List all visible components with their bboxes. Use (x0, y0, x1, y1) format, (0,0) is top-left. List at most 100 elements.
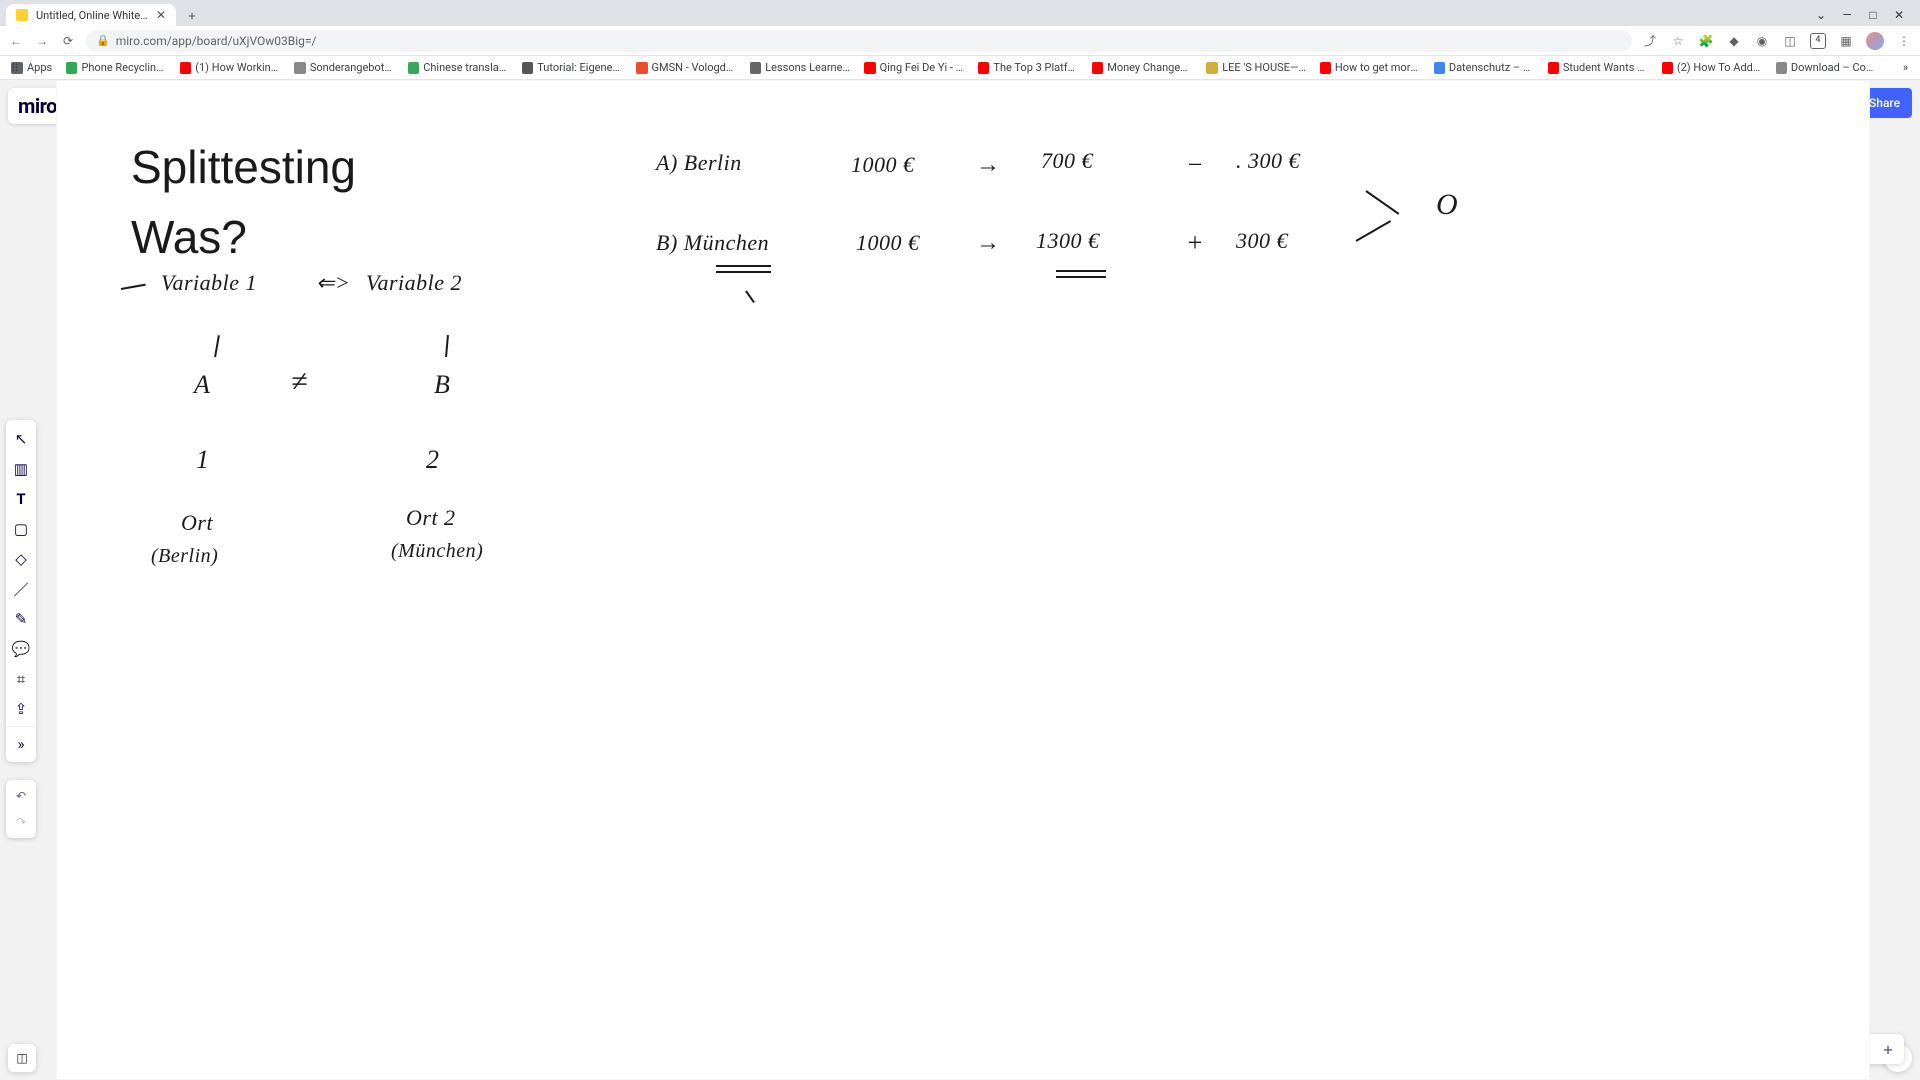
reload-button[interactable]: ⟳ (60, 33, 76, 49)
heading-splittesting[interactable]: Splittesting (131, 140, 356, 194)
extension-icon-2[interactable]: ◆ (1726, 33, 1742, 49)
more-tools-icon[interactable]: » (6, 726, 36, 758)
extension-icon-5[interactable]: ▦ (1838, 33, 1854, 49)
arrow-icon: → (976, 230, 1001, 257)
tick-mark (445, 335, 449, 357)
undo-icon[interactable]: ↶ (6, 783, 36, 809)
sticky-tool-icon[interactable]: ▢ (6, 514, 36, 544)
miro-app: miro free* Untitled ☆ ⚙ 🔔 ⤴ 🔍 ↻ › ⏱ ▭ 💬 … (0, 80, 1920, 1080)
handwriting: 1000 € (851, 152, 915, 178)
apps-button[interactable]: ⠿Apps (6, 61, 57, 74)
upload-tool-icon[interactable]: ⇪ (6, 694, 36, 724)
handwriting: Ort 2 (406, 505, 456, 531)
bookmark-item[interactable]: How to get more v… (1315, 61, 1425, 74)
bookmark-item[interactable]: Sonderangebot |… (289, 61, 399, 74)
bookmark-item[interactable]: Lessons Learned f… (745, 61, 855, 74)
extension-icon[interactable]: 🧩 (1698, 33, 1714, 49)
bookmark-item[interactable]: Money Changes E… (1087, 61, 1197, 74)
handwriting: A) Berlin (656, 150, 742, 176)
close-tab-icon[interactable]: ✕ (156, 9, 166, 21)
handwriting: O (1436, 188, 1458, 222)
handwriting: Variable 1 (161, 270, 257, 296)
address-bar-row: ← → ⟳ 🔒 miro.com/app/board/uXjVOw03Big=/… (0, 26, 1920, 56)
close-window-icon[interactable]: ✕ (1892, 8, 1906, 22)
bookmark-overflow-icon[interactable]: » (1897, 61, 1914, 74)
redo-icon[interactable]: ↷ (6, 809, 36, 835)
bookmark-item[interactable]: LEE 'S HOUSE—… (1201, 61, 1311, 74)
whiteboard-canvas[interactable]: Splittesting Was? Variable 1 ⇐> Variable… (56, 80, 1870, 1080)
templates-tool-icon[interactable]: ▥ (6, 454, 36, 484)
zoom-in-button[interactable]: + (1874, 1040, 1902, 1059)
dash-mark (121, 284, 146, 290)
handwriting: . 300 € (1236, 148, 1300, 174)
bookmark-item[interactable]: Datenschutz – Re… (1429, 61, 1539, 74)
underline (716, 265, 771, 267)
select-tool-icon[interactable]: ↖ (6, 424, 36, 454)
handwriting: (München) (391, 540, 483, 563)
bookmark-item[interactable]: Download – Cooki… (1771, 61, 1881, 74)
omnibox[interactable]: 🔒 miro.com/app/board/uXjVOw03Big=/ (86, 30, 1632, 52)
browser-tab[interactable]: Untitled, Online Whiteboard fo ✕ (6, 4, 176, 26)
handwriting: 700 € (1041, 148, 1093, 174)
bookmark-item[interactable]: (2) How To Add A… (1657, 61, 1767, 74)
handwriting: ⇐> (316, 270, 350, 296)
pen-tool-icon[interactable]: ✎ (6, 604, 36, 634)
minimap-button[interactable]: ◫ (8, 1044, 36, 1072)
undo-redo-toolbar: ↶ ↷ (6, 780, 36, 838)
handwriting: (Berlin) (151, 545, 218, 568)
favicon-icon (16, 9, 28, 21)
bookmark-item[interactable]: Phone Recycling,… (61, 61, 171, 74)
back-button[interactable]: ← (8, 33, 24, 49)
brace-stroke (1356, 220, 1392, 242)
tab-title: Untitled, Online Whiteboard fo (36, 9, 148, 22)
bookmark-item[interactable]: Student Wants an… (1543, 61, 1653, 74)
new-tab-button[interactable]: + (182, 6, 202, 26)
underline (1056, 276, 1106, 278)
handwriting: Ort (181, 510, 213, 536)
handwriting: Variable 2 (366, 270, 462, 296)
handwriting: 1300 € (1036, 228, 1100, 254)
window-controls: ⌄ — □ ✕ (1814, 8, 1914, 26)
profile-avatar[interactable] (1866, 32, 1884, 50)
handwriting: 1 (196, 445, 210, 475)
heading-was[interactable]: Was? (131, 210, 247, 264)
bookmark-item[interactable]: GMSN - Vologda,… (631, 61, 741, 74)
handwriting: A (194, 370, 210, 400)
url-text: miro.com/app/board/uXjVOw03Big=/ (116, 34, 317, 48)
handwriting: + (1186, 228, 1204, 258)
chevron-down-icon[interactable]: ⌄ (1814, 8, 1828, 22)
handwriting: − (1186, 150, 1204, 180)
lock-icon: 🔒 (96, 34, 110, 47)
extension-icon-3[interactable]: ◉ (1754, 33, 1770, 49)
comment-tool-icon[interactable]: 💬 (6, 634, 36, 664)
text-tool-icon[interactable]: T (6, 484, 36, 514)
frame-tool-icon[interactable]: ⌗ (6, 664, 36, 694)
bookmark-item[interactable]: Qing Fei De Yi - Y… (859, 61, 969, 74)
maximize-icon[interactable]: □ (1866, 8, 1880, 22)
share-url-icon[interactable]: ⤴ (1642, 33, 1658, 49)
line-tool-icon[interactable]: ／ (6, 574, 36, 604)
handwriting: ≠ (291, 365, 308, 399)
handwriting: 1000 € (856, 230, 920, 256)
bookmark-item[interactable]: Tutorial: Eigene Fa… (517, 61, 627, 74)
forward-button[interactable]: → (34, 33, 50, 49)
left-toolbar: ↖ ▥ T ▢ ◇ ／ ✎ 💬 ⌗ ⇪ » (6, 420, 36, 762)
handwriting: 2 (426, 445, 440, 475)
minimize-icon[interactable]: — (1840, 8, 1854, 22)
bookmark-item[interactable]: Chinese translatio… (403, 61, 513, 74)
extension-icon-4[interactable]: ◫ (1782, 33, 1798, 49)
star-icon[interactable]: ☆ (1670, 33, 1686, 49)
shape-tool-icon[interactable]: ◇ (6, 544, 36, 574)
bookmark-item[interactable]: (1) How Working a… (175, 61, 285, 74)
tab-count-badge[interactable]: 4 (1810, 33, 1826, 49)
tick-mark (745, 290, 755, 303)
arrow-icon: → (976, 152, 1001, 179)
bookmarks-bar: ⠿Apps Phone Recycling,… (1) How Working … (0, 56, 1920, 80)
kebab-menu-icon[interactable]: ⋮ (1896, 33, 1912, 49)
browser-tabstrip: Untitled, Online Whiteboard fo ✕ + ⌄ — □… (0, 0, 1920, 26)
handwriting: 300 € (1236, 228, 1288, 254)
handwriting: B (434, 370, 450, 400)
brace-stroke (1365, 190, 1399, 215)
underline (1056, 270, 1106, 272)
bookmark-item[interactable]: The Top 3 Platfor… (973, 61, 1083, 74)
